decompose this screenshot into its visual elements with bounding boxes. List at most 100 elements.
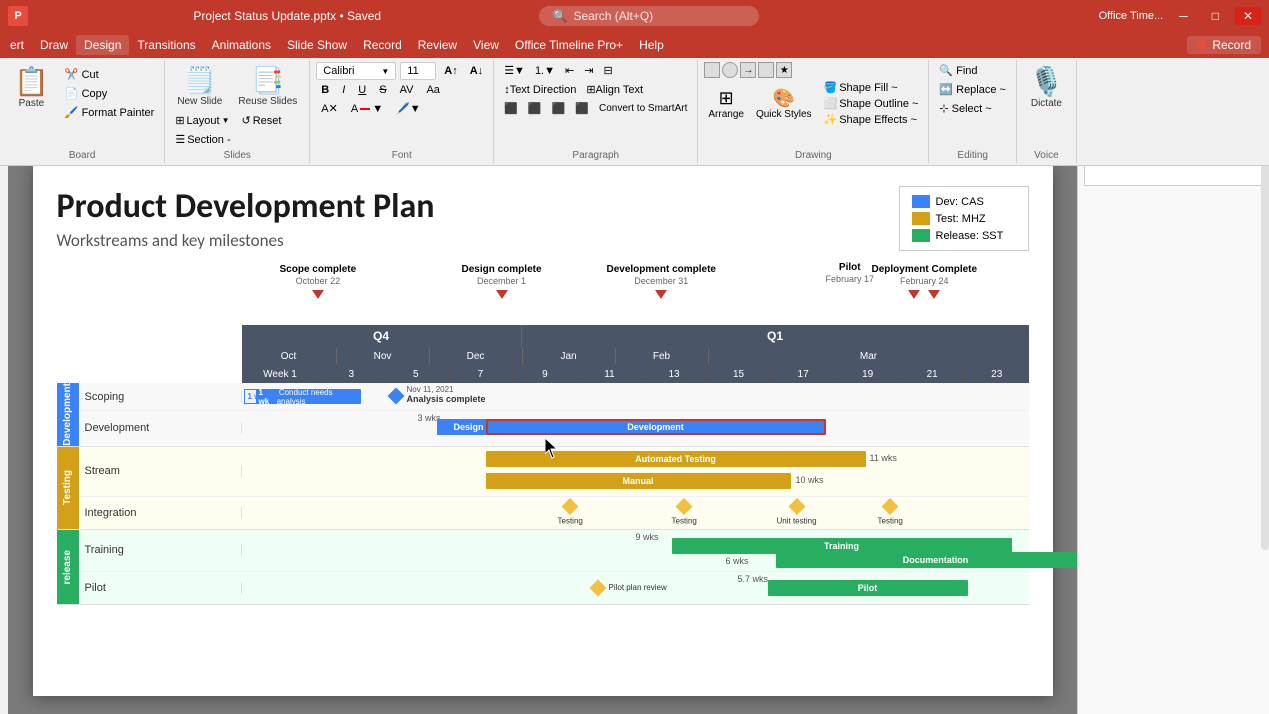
paragraph-group: ☰▼ 1.▼ ⇤ ⇥ ⊟ ↕Text Direction ⊞Align Text… — [494, 60, 698, 163]
record-button[interactable]: Record — [1187, 36, 1261, 54]
week-15: 15 — [707, 365, 772, 383]
legend: Dev: CAS Test: MHZ Release: SST — [899, 186, 1029, 251]
quick-styles-button[interactable]: 🎨 Quick Styles — [752, 86, 816, 122]
font-size-selector[interactable]: 11 — [400, 62, 436, 80]
month-mar: Mar — [709, 347, 1029, 365]
copy-button[interactable]: 📄 Copy — [61, 85, 158, 102]
decrease-indent-button[interactable]: ⇤ — [561, 62, 578, 79]
new-slide-button[interactable]: 🗒️ New Slide — [171, 62, 228, 110]
legend-item-dev: Dev: CAS — [912, 195, 1016, 208]
layout-button[interactable]: ⊞ Layout ▼ — [171, 112, 233, 129]
week-11: 11 — [578, 365, 643, 383]
tab-record[interactable]: Record — [355, 35, 410, 55]
strikethrough-button[interactable]: S — [374, 82, 391, 98]
shape-star[interactable]: ★ — [776, 62, 792, 78]
row-development: Development 3 wks Design Development — [79, 411, 1029, 445]
search-placeholder: Search (Alt+Q) — [573, 9, 653, 23]
bar-automated-testing[interactable]: Automated Testing — [486, 451, 866, 467]
tab-transitions[interactable]: Transitions — [129, 35, 203, 55]
bold-button[interactable]: B — [316, 82, 334, 98]
underline-button[interactable]: U — [353, 82, 371, 98]
cut-label: Cut — [82, 69, 99, 81]
tab-slideshow[interactable]: Slide Show — [279, 35, 355, 55]
bullets-button[interactable]: ☰▼ — [500, 62, 529, 79]
close-button[interactable]: ✕ — [1235, 7, 1261, 25]
shape-triangle[interactable] — [758, 62, 774, 78]
legend-color-dev — [912, 195, 930, 208]
reuse-slides-button[interactable]: 📑 Reuse Slides — [232, 62, 303, 110]
legend-item-test: Test: MHZ — [912, 212, 1016, 225]
font-increase-button[interactable]: A↑ — [440, 63, 461, 79]
paste-button[interactable]: 📋 Paste — [6, 62, 57, 112]
highlight-button[interactable]: 🖊️▼ — [391, 100, 426, 117]
milestone-testing-1: Testing — [558, 500, 583, 525]
text-direction-button[interactable]: ↕Text Direction — [500, 82, 580, 98]
maximize-button[interactable]: □ — [1204, 7, 1227, 25]
replace-button[interactable]: ↔️ Replace ~ — [935, 81, 1010, 98]
effects-icon: ✨ — [824, 113, 838, 126]
select-label: Select ~ — [952, 103, 992, 115]
shape-oval[interactable] — [722, 62, 738, 78]
format-painter-icon: 🖌️ — [65, 106, 79, 119]
dictate-button[interactable]: 🎙️ Dictate — [1023, 62, 1070, 112]
row-training: Training 9 wks Training 6 wks Documentat… — [79, 530, 1029, 572]
bar-documentation[interactable]: Documentation — [776, 552, 1078, 568]
row-label-pilot: Pilot — [79, 582, 242, 594]
font-decrease-button[interactable]: A↓ — [466, 63, 487, 79]
tab-draw[interactable]: Draw — [32, 35, 76, 55]
tab-animations[interactable]: Animations — [204, 35, 279, 55]
tab-view[interactable]: View — [465, 35, 507, 55]
swimlane-dev-label: Development — [62, 383, 73, 446]
char-spacing-button[interactable]: AV — [395, 82, 419, 98]
shape-fill-button[interactable]: 🪣 Shape Fill ~ — [820, 80, 923, 95]
clear-format-button[interactable]: A✕ — [316, 100, 343, 117]
font-family-selector[interactable]: Calibri▼ — [316, 62, 396, 80]
case-button[interactable]: Aa — [421, 82, 444, 98]
swimlane-release: release Training 9 wks Training 6 wks — [57, 530, 1029, 605]
search-box[interactable]: 🔍 Search (Alt+Q) — [539, 6, 759, 26]
tab-help[interactable]: Help — [631, 35, 672, 55]
tab-design[interactable]: Design — [76, 35, 129, 55]
select-button[interactable]: ⊹ Select ~ — [935, 100, 1010, 117]
milestone-design: Design complete December 1 — [462, 263, 542, 299]
font-color-button[interactable]: A▼ — [346, 101, 388, 117]
numbering-button[interactable]: 1.▼ — [531, 63, 559, 79]
format-painter-button[interactable]: 🖌️ Format Painter — [61, 104, 158, 121]
columns-button[interactable]: ⊟ — [599, 62, 616, 79]
tab-review[interactable]: Review — [410, 35, 465, 55]
arrange-button[interactable]: ⊞ Arrange — [704, 86, 748, 122]
bar-conduct-needs[interactable]: 1 wk Conduct needs analysis — [256, 389, 361, 404]
align-right-button[interactable]: ⬛ — [548, 100, 570, 117]
editing-group: 🔍 Find ↔️ Replace ~ ⊹ Select ~ Editing — [929, 60, 1017, 163]
bar-development[interactable]: Development — [486, 419, 826, 435]
convert-smartart-button[interactable]: Convert to SmartArt — [595, 101, 691, 116]
row-scoping: Scoping 1 wk Scope 1 wk Conduct needs an… — [79, 383, 1029, 411]
minimize-button[interactable]: ─ — [1171, 7, 1196, 25]
week-5: 5 — [384, 365, 449, 383]
shape-outline-button[interactable]: ⬜ Shape Outline ~ — [820, 96, 923, 111]
align-left-button[interactable]: ⬛ — [500, 100, 522, 117]
increase-indent-button[interactable]: ⇥ — [580, 62, 597, 79]
month-feb: Feb — [616, 347, 709, 365]
timeline-section: Scope complete October 22 Design complet… — [57, 263, 1029, 605]
bar-manual[interactable]: Manual — [486, 473, 791, 489]
reset-button[interactable]: ↺ Reset — [238, 112, 286, 129]
training-prefix: 9 wks — [636, 532, 659, 542]
bar-pilot[interactable]: Pilot — [768, 580, 968, 596]
cut-button[interactable]: ✂️ Cut — [61, 66, 158, 83]
panel-scrollbar[interactable] — [1261, 150, 1269, 550]
shape-effects-button[interactable]: ✨ Shape Effects ~ — [820, 112, 923, 127]
tab-ert[interactable]: ert — [2, 35, 32, 55]
italic-button[interactable]: I — [337, 82, 350, 98]
align-text-button[interactable]: ⊞Align Text — [582, 81, 647, 98]
tab-office-timeline[interactable]: Office Timeline Pro+ — [507, 35, 631, 55]
justify-button[interactable]: ⬛ — [571, 100, 593, 117]
align-center-button[interactable]: ⬛ — [524, 100, 546, 117]
milestone-pilot-plan-review: Pilot plan review — [592, 582, 667, 594]
shape-rect[interactable] — [704, 62, 720, 78]
legend-color-test — [912, 212, 930, 225]
section-button[interactable]: ☰ Section - — [171, 131, 303, 148]
quarter-q4: Q4 — [242, 325, 522, 347]
shape-arrow[interactable]: → — [740, 62, 756, 78]
slide[interactable]: Product Development Plan Workstreams and… — [33, 166, 1053, 696]
